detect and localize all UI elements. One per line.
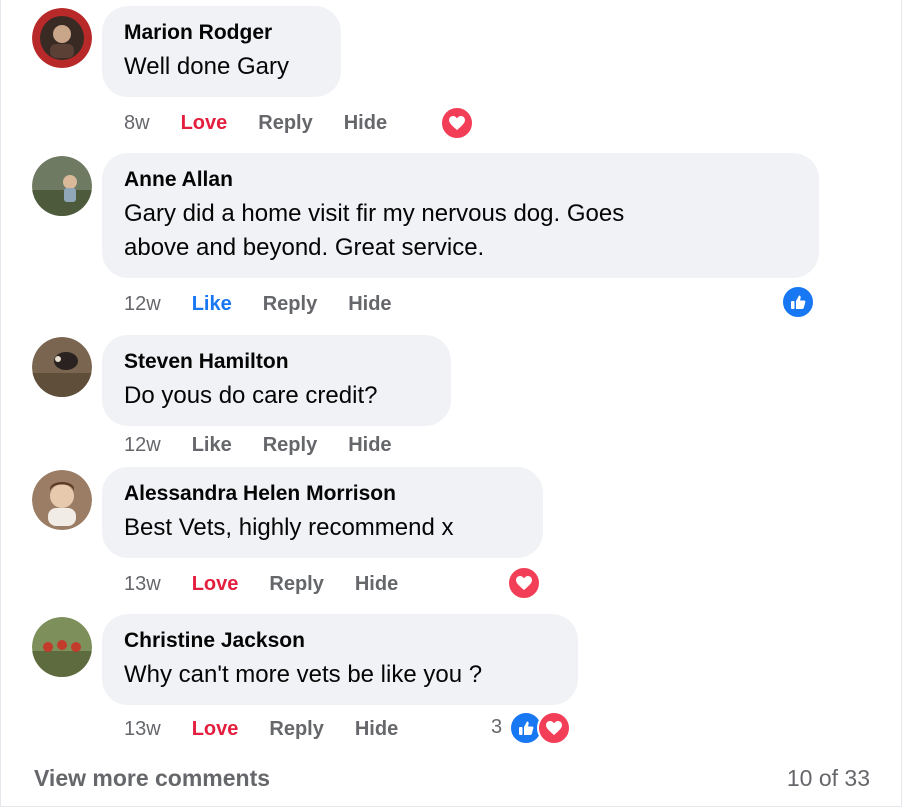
love-icon[interactable]: [440, 106, 474, 140]
comment-timestamp[interactable]: 13w: [124, 718, 161, 741]
comment-actions: 12w Like Reply Hide: [124, 430, 423, 460]
reply-button[interactable]: Reply: [269, 573, 323, 596]
reply-button[interactable]: Reply: [258, 112, 312, 135]
comment-text: Why can't more vets be like you ?: [124, 661, 483, 688]
comment-bubble: Steven Hamilton Do yous do care credit?: [102, 335, 451, 426]
comment-actions: 13w Love Reply Hide: [124, 569, 429, 599]
comment-actions: 12w Like Reply Hide: [124, 289, 423, 319]
reply-button[interactable]: Reply: [263, 434, 317, 457]
like-icon[interactable]: [781, 285, 815, 319]
comments-panel: Marion Rodger Well done Gary 8w Love Rep…: [0, 0, 902, 807]
comment-author[interactable]: Anne Allan: [124, 167, 797, 193]
comment-bubble: Anne Allan Gary did a home visit fir my …: [102, 153, 819, 278]
comment-text: Gary did a home visit fir my nervous dog…: [124, 197, 797, 265]
comment-author[interactable]: Steven Hamilton: [124, 349, 429, 375]
comment-timestamp[interactable]: 12w: [124, 293, 161, 316]
hide-button[interactable]: Hide: [344, 112, 387, 135]
love-button[interactable]: Love: [181, 112, 228, 135]
comment-text: Do yous do care credit?: [124, 382, 378, 409]
comment-actions: 13w Love Reply Hide: [124, 714, 429, 744]
hide-button[interactable]: Hide: [355, 573, 398, 596]
avatar[interactable]: [32, 8, 92, 68]
hide-button[interactable]: Hide: [355, 718, 398, 741]
comment-timestamp[interactable]: 12w: [124, 434, 161, 457]
love-icon[interactable]: [537, 711, 571, 745]
comment-author[interactable]: Christine Jackson: [124, 628, 556, 654]
comment-text: Best Vets, highly recommend x: [124, 514, 454, 541]
avatar[interactable]: [32, 617, 92, 677]
comment-author[interactable]: Alessandra Helen Morrison: [124, 481, 521, 507]
comment-timestamp[interactable]: 8w: [124, 112, 150, 135]
comment-bubble: Alessandra Helen Morrison Best Vets, hig…: [102, 467, 543, 558]
comment-bubble: Marion Rodger Well done Gary: [102, 6, 341, 97]
love-icon[interactable]: [507, 566, 541, 600]
comment-timestamp[interactable]: 13w: [124, 573, 161, 596]
reply-button[interactable]: Reply: [263, 293, 317, 316]
reaction-count[interactable]: 3: [491, 716, 502, 739]
comment-author[interactable]: Marion Rodger: [124, 20, 319, 46]
view-more-comments-link[interactable]: View more comments: [34, 765, 270, 792]
hide-button[interactable]: Hide: [348, 293, 391, 316]
comment-actions: 8w Love Reply Hide: [124, 108, 418, 138]
avatar[interactable]: [32, 156, 92, 216]
avatar[interactable]: [32, 337, 92, 397]
like-button[interactable]: Like: [192, 293, 232, 316]
avatar[interactable]: [32, 470, 92, 530]
comment-text: Well done Gary: [124, 53, 289, 80]
comment-text-line: above and beyond. Great service.: [124, 234, 485, 261]
reply-button[interactable]: Reply: [269, 718, 323, 741]
comment-bubble: Christine Jackson Why can't more vets be…: [102, 614, 578, 705]
comment-text-line: Gary did a home visit fir my nervous dog…: [124, 200, 625, 227]
comment-pagination: 10 of 33: [786, 765, 870, 791]
hide-button[interactable]: Hide: [348, 434, 391, 457]
love-button[interactable]: Love: [192, 573, 239, 596]
love-button[interactable]: Love: [192, 718, 239, 741]
like-button[interactable]: Like: [192, 434, 232, 457]
